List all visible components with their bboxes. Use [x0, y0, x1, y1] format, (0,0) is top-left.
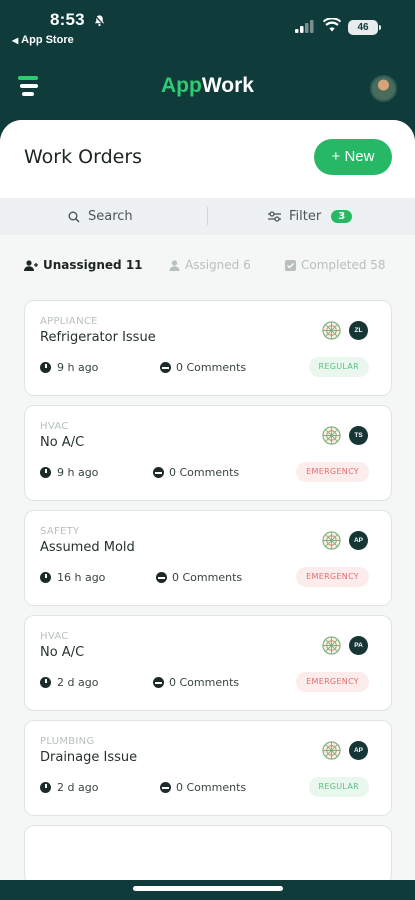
clock-icon — [40, 677, 51, 688]
work-order-card[interactable]: HVAC No A/C PA 2 d ago 0 Comments EMERGE… — [24, 615, 392, 711]
work-order-age: 2 d ago — [40, 676, 98, 689]
comment-icon — [160, 362, 171, 373]
status-time: 8:53 — [50, 10, 85, 29]
comment-icon — [153, 677, 164, 688]
person-icon — [169, 259, 180, 271]
priority-badge: EMERGENCY — [296, 567, 369, 587]
clock-icon — [40, 782, 51, 793]
work-order-card[interactable]: PLUMBING Drainage Issue AP 2 d ago 0 Com… — [24, 720, 392, 816]
filter-button[interactable]: Filter 3 — [268, 198, 353, 235]
comments-count: 0 Comments — [176, 781, 247, 794]
clock-icon — [40, 467, 51, 478]
search-filter-bar: Search Filter 3 — [0, 198, 415, 235]
work-order-comments: 0 Comments — [156, 571, 242, 584]
silent-bell-icon — [94, 14, 105, 27]
work-order-category: APPLIANCE — [40, 316, 98, 327]
work-order-title: Drainage Issue — [40, 750, 138, 765]
app-logo: AppWork — [0, 74, 415, 98]
work-order-age: 9 h ago — [40, 361, 98, 374]
comments-count: 0 Comments — [172, 571, 243, 584]
filter-label: Filter — [289, 209, 322, 224]
priority-badge: REGULAR — [308, 357, 369, 377]
ship-wheel-icon — [322, 636, 341, 655]
search-button[interactable]: Search — [68, 198, 133, 235]
ship-wheel-icon — [322, 321, 341, 340]
ship-wheel-icon — [322, 531, 341, 550]
work-order-category: PLUMBING — [40, 736, 95, 747]
work-order-age: 9 h ago — [40, 466, 98, 479]
assignee-avatar: TS — [349, 426, 368, 445]
page-title: Work Orders — [24, 146, 143, 168]
back-triangle-icon: ◀ — [12, 36, 19, 45]
work-order-title: No A/C — [40, 435, 85, 450]
assignee-avatar: PA — [349, 636, 368, 655]
comment-icon — [153, 467, 164, 478]
comments-count: 0 Comments — [169, 466, 240, 479]
work-order-card[interactable]: APPLIANCE Refrigerator Issue ZL 9 h ago … — [24, 300, 392, 396]
work-order-card[interactable]: HVAC No A/C TS 9 h ago 0 Comments EMERGE… — [24, 405, 392, 501]
wifi-icon — [323, 18, 341, 32]
back-to-app-store[interactable]: ◀ App Store — [12, 34, 74, 46]
comment-icon — [160, 782, 171, 793]
work-order-time: 2 d ago — [57, 781, 99, 794]
status-tabs: Unassigned 11 Assigned 6 Completed 58 — [0, 253, 415, 283]
clock-icon — [40, 572, 51, 583]
work-order-age: 2 d ago — [40, 781, 98, 794]
work-order-time: 16 h ago — [57, 571, 106, 584]
app-header: AppWork — [0, 56, 415, 120]
priority-badge: EMERGENCY — [296, 672, 369, 692]
search-label: Search — [88, 209, 133, 224]
search-icon — [68, 211, 80, 223]
work-order-title: Refrigerator Issue — [40, 330, 156, 345]
priority-badge: EMERGENCY — [296, 462, 369, 482]
person-plus-icon — [24, 259, 38, 271]
tab-assigned-label: Assigned 6 — [185, 258, 251, 272]
back-app-label: App Store — [21, 34, 74, 46]
work-order-comments: 0 Comments — [153, 466, 239, 479]
work-order-card-partial[interactable] — [24, 825, 392, 880]
brand-app: App — [161, 74, 202, 97]
new-work-order-button[interactable]: + New — [314, 139, 392, 175]
filter-count-badge: 3 — [331, 210, 353, 223]
work-order-comments: 0 Comments — [160, 781, 246, 794]
filter-sliders-icon — [268, 211, 281, 222]
cellular-signal-icon — [295, 20, 314, 33]
work-order-category: HVAC — [40, 421, 69, 432]
ship-wheel-icon — [322, 741, 341, 760]
work-order-category: HVAC — [40, 631, 69, 642]
status-bar: 8:53 ◀ App Store 46 — [0, 0, 415, 56]
work-order-time: 2 d ago — [57, 676, 99, 689]
clock-icon — [40, 362, 51, 373]
work-order-comments: 0 Comments — [153, 676, 239, 689]
toolbar-divider — [207, 207, 208, 225]
checkbox-icon — [285, 259, 296, 271]
tab-unassigned[interactable]: Unassigned 11 — [24, 258, 143, 272]
ship-wheel-icon — [322, 426, 341, 445]
assignee-avatar: AP — [349, 741, 368, 760]
battery-indicator: 46 — [348, 20, 381, 35]
comment-icon — [156, 572, 167, 583]
work-order-title: No A/C — [40, 645, 85, 660]
priority-badge: REGULAR — [308, 777, 369, 797]
user-avatar[interactable] — [370, 75, 397, 102]
tab-unassigned-label: Unassigned 11 — [43, 258, 143, 272]
assignee-avatar: AP — [349, 531, 368, 550]
work-order-age: 16 h ago — [40, 571, 105, 584]
brand-work: Work — [201, 74, 254, 97]
tab-assigned[interactable]: Assigned 6 — [169, 258, 251, 272]
work-order-time: 9 h ago — [57, 361, 99, 374]
comments-count: 0 Comments — [169, 676, 240, 689]
comments-count: 0 Comments — [176, 361, 247, 374]
work-order-card[interactable]: SAFETY Assumed Mold AP 16 h ago 0 Commen… — [24, 510, 392, 606]
main-sheet: Work Orders + New Search Filter 3 Unassi… — [0, 120, 415, 880]
home-indicator[interactable] — [133, 886, 283, 891]
assignee-avatar: ZL — [349, 321, 368, 340]
tab-completed[interactable]: Completed 58 — [285, 258, 386, 272]
work-order-category: SAFETY — [40, 526, 80, 537]
tab-completed-label: Completed 58 — [301, 258, 386, 272]
title-row: Work Orders + New — [0, 120, 415, 198]
work-order-title: Assumed Mold — [40, 540, 135, 555]
work-order-time: 9 h ago — [57, 466, 99, 479]
work-order-comments: 0 Comments — [160, 361, 246, 374]
